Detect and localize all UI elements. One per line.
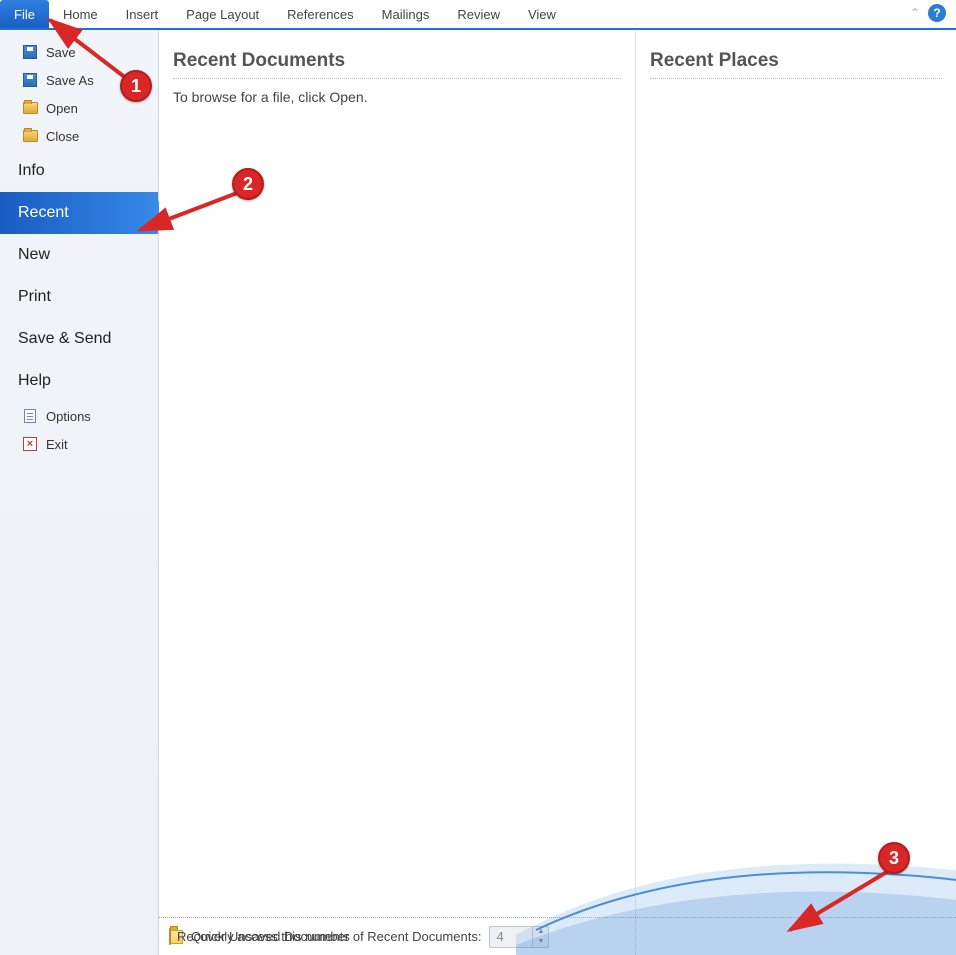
tab-home[interactable]: Home [49,0,112,28]
tab-file[interactable]: File [0,0,49,28]
sidebar-item-label: Save [46,45,76,60]
sidebar-options[interactable]: Options [0,402,158,430]
sidebar-save[interactable]: Save [0,38,158,66]
sidebar-item-label: Close [46,129,79,144]
sidebar-new[interactable]: New [0,234,158,276]
help-icon[interactable]: ? [928,4,946,22]
options-icon [22,408,38,424]
sidebar-help[interactable]: Help [0,360,158,402]
recent-documents-column: Recent Documents To browse for a file, c… [159,30,636,955]
recent-places-header: Recent Places [650,50,942,79]
ribbon-tabs: File Home Insert Page Layout References … [0,0,956,30]
backstage-sidebar: Save Save As Open Close Info Recent New … [0,30,159,955]
sidebar-exit[interactable]: × Exit [0,430,158,458]
sidebar-recent[interactable]: Recent [0,192,158,234]
sidebar-item-label: Open [46,101,78,116]
save-icon [22,44,38,60]
tab-mailings[interactable]: Mailings [368,0,444,28]
exit-icon: × [22,436,38,452]
recent-documents-header: Recent Documents [173,50,621,79]
sidebar-info[interactable]: Info [0,150,158,192]
sidebar-item-label: Exit [46,437,68,452]
sidebar-item-label: Options [46,409,91,424]
save-as-icon [22,72,38,88]
sidebar-save-as[interactable]: Save As [0,66,158,94]
sidebar-item-label: Save As [46,73,94,88]
tab-view[interactable]: View [514,0,570,28]
sidebar-open[interactable]: Open [0,94,158,122]
tab-page-layout[interactable]: Page Layout [172,0,273,28]
recover-unsaved-button[interactable]: Recover Unsaved Documents [169,929,350,944]
tab-references[interactable]: References [273,0,367,28]
folder-open-icon [169,929,171,944]
sidebar-close[interactable]: Close [0,122,158,150]
minimize-ribbon-icon[interactable]: ⌃ [910,6,920,20]
tab-review[interactable]: Review [443,0,514,28]
folder-open-icon [22,100,38,116]
sidebar-save-send[interactable]: Save & Send [0,318,158,360]
recent-places-column: Recent Places Recover Unsaved Documents [636,30,956,955]
recover-unsaved-label: Recover Unsaved Documents [177,929,350,944]
tab-insert[interactable]: Insert [112,0,173,28]
backstage-main: Recent Documents To browse for a file, c… [159,30,956,955]
folder-close-icon [22,128,38,144]
recent-documents-hint: To browse for a file, click Open. [173,89,621,105]
sidebar-print[interactable]: Print [0,276,158,318]
